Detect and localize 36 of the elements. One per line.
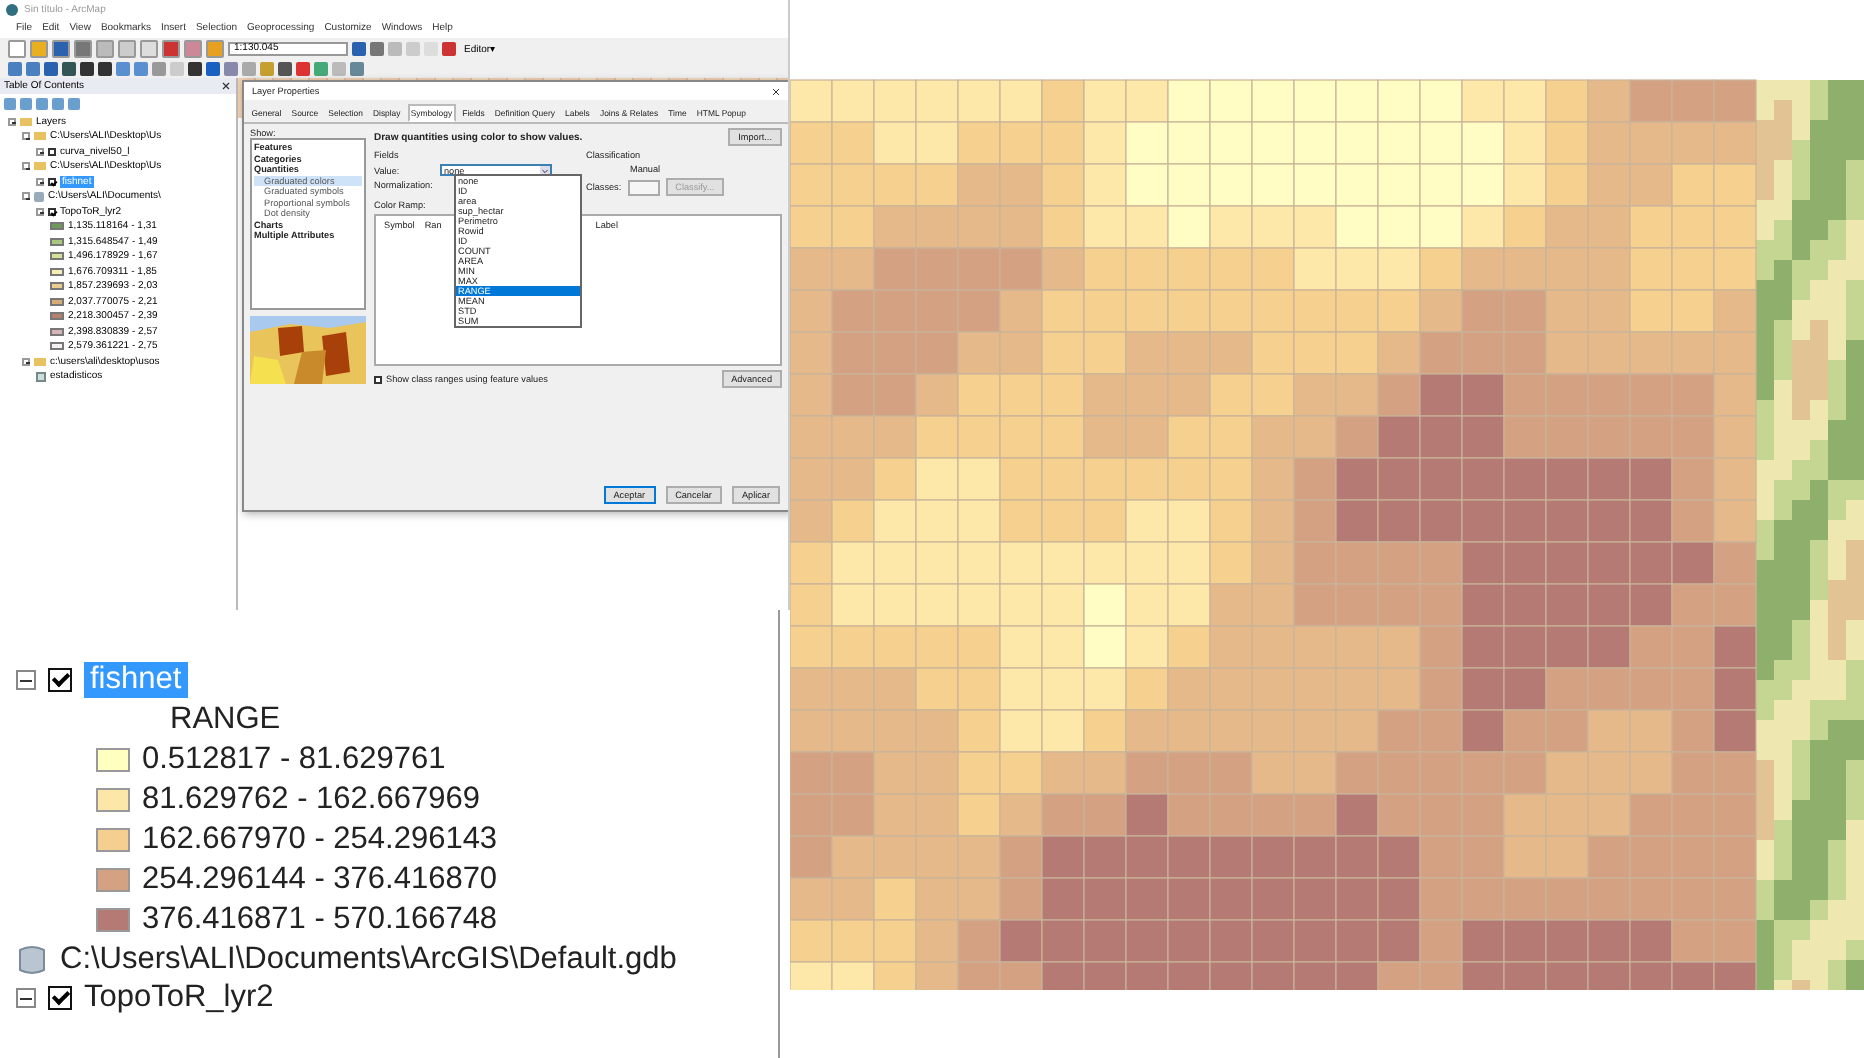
database-path: C:\Users\ALI\Documents\ArcGIS\Default.gdb <box>60 942 677 978</box>
class-range: 376.416871 - 570.166748 <box>142 902 498 938</box>
folder-icon <box>34 132 46 141</box>
database-icon <box>16 944 48 976</box>
folder-icon <box>34 162 46 171</box>
table-icon <box>36 371 46 382</box>
folder-icon <box>34 357 46 366</box>
collapse-icon[interactable] <box>22 357 30 366</box>
collapse-icon[interactable] <box>36 207 44 216</box>
layer-checkbox[interactable] <box>48 986 72 1010</box>
collapse-icon[interactable] <box>22 162 30 171</box>
checkbox[interactable] <box>374 375 382 383</box>
close-icon[interactable] <box>772 87 780 95</box>
globe-icon <box>6 3 18 15</box>
close-icon[interactable] <box>222 82 230 90</box>
layer-name[interactable]: TopoToR_lyr2 <box>84 980 274 1016</box>
layer-checkbox[interactable] <box>48 147 56 156</box>
collapse-icon[interactable] <box>8 117 16 126</box>
map-preview-drawing <box>250 316 366 384</box>
collapse-icon[interactable] <box>36 177 44 186</box>
layer-checkbox[interactable] <box>48 668 72 692</box>
collapse-icon[interactable] <box>16 988 36 1008</box>
collapse-icon[interactable] <box>36 147 44 156</box>
class-range: 162.667970 - 254.296143 <box>142 822 498 858</box>
layer-checkbox[interactable] <box>48 177 56 186</box>
field-name: RANGE <box>170 702 281 738</box>
layer-checkbox[interactable] <box>48 207 56 216</box>
collapse-icon[interactable] <box>22 192 30 201</box>
class-range: 254.296144 - 376.416870 <box>142 862 498 898</box>
class-range: 0.512817 - 81.629761 <box>142 742 446 778</box>
layers-icon <box>20 117 32 126</box>
database-icon <box>34 191 44 202</box>
classes-dropdown[interactable] <box>627 179 660 195</box>
collapse-icon[interactable] <box>16 670 36 690</box>
collapse-icon[interactable] <box>22 132 30 141</box>
class-range: 81.629762 - 162.667969 <box>142 782 480 818</box>
